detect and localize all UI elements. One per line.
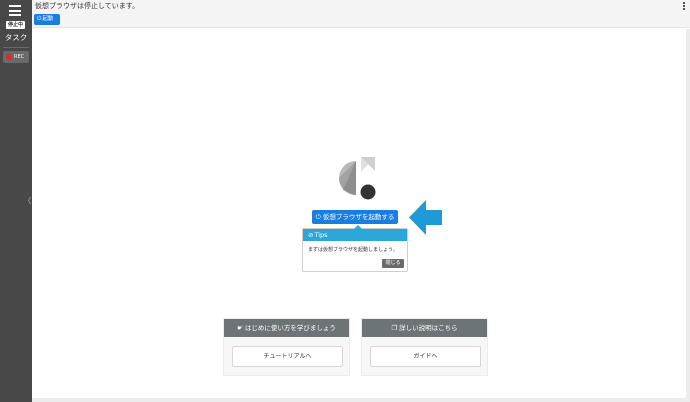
start-button-small[interactable]: ⏻起動 [34, 14, 60, 25]
sidebar-collapse-handle[interactable] [28, 196, 31, 205]
tips-title: Tips [314, 231, 328, 239]
rec-label: REC [14, 54, 25, 60]
guide-button[interactable]: ガイドへ [370, 346, 481, 367]
kebab-menu-icon[interactable] [682, 2, 686, 11]
sidebar-item-task[interactable]: タスク [0, 33, 32, 43]
hand-icon: ☛ [237, 324, 243, 332]
check-circle-icon: ⊘ [308, 231, 314, 239]
sidebar: 停止中 タスク REC [0, 0, 32, 402]
rec-button[interactable]: REC [3, 51, 29, 63]
start-virtual-browser-button[interactable]: ⏻ 仮想ブラウザを起動する [312, 210, 398, 224]
power-icon: ⏻ [315, 213, 323, 221]
arrow-left-icon [409, 200, 442, 235]
vertical-scrollbar[interactable] [686, 29, 690, 402]
power-icon: ⏻ [37, 16, 42, 22]
status-badge: 停止中 [6, 21, 25, 29]
horizontal-scrollbar[interactable] [32, 398, 686, 402]
tutorial-card-header: ☛ はじめに使い方を学びましょう [224, 319, 349, 337]
start-button-small-label: 起動 [42, 16, 54, 22]
guide-card: ❐ 詳しい説明はこちら ガイドへ [361, 318, 488, 376]
browser-status-text: 仮想ブラウザは停止しています。 [35, 2, 140, 10]
tips-caret [354, 225, 362, 229]
top-bar: 仮想ブラウザは停止しています。 ⏻起動 [32, 0, 690, 28]
guide-card-title: 詳しい説明はこちら [399, 324, 458, 332]
tutorial-button[interactable]: チュートリアルへ [232, 346, 343, 367]
book-icon: ❐ [391, 324, 398, 332]
app-logo [335, 157, 377, 200]
tutorial-card-title: はじめに使い方を学びましょう [244, 324, 336, 332]
record-icon [6, 54, 12, 60]
tutorial-card: ☛ はじめに使い方を学びましょう チュートリアルへ [223, 318, 350, 376]
start-virtual-browser-label: 仮想ブラウザを起動する [322, 213, 395, 221]
tips-header: ⊘Tips [303, 229, 407, 241]
tips-popover: ⊘Tips まずは仮想ブラウザを起動しましょう。 閉じる [302, 225, 408, 272]
tips-body: まずは仮想ブラウザを起動しましょう。 [308, 247, 398, 253]
sidebar-divider [3, 47, 29, 48]
hamburger-menu-icon[interactable] [9, 5, 21, 16]
guide-card-header: ❐ 詳しい説明はこちら [362, 319, 487, 337]
tips-close-button[interactable]: 閉じる [382, 259, 404, 268]
